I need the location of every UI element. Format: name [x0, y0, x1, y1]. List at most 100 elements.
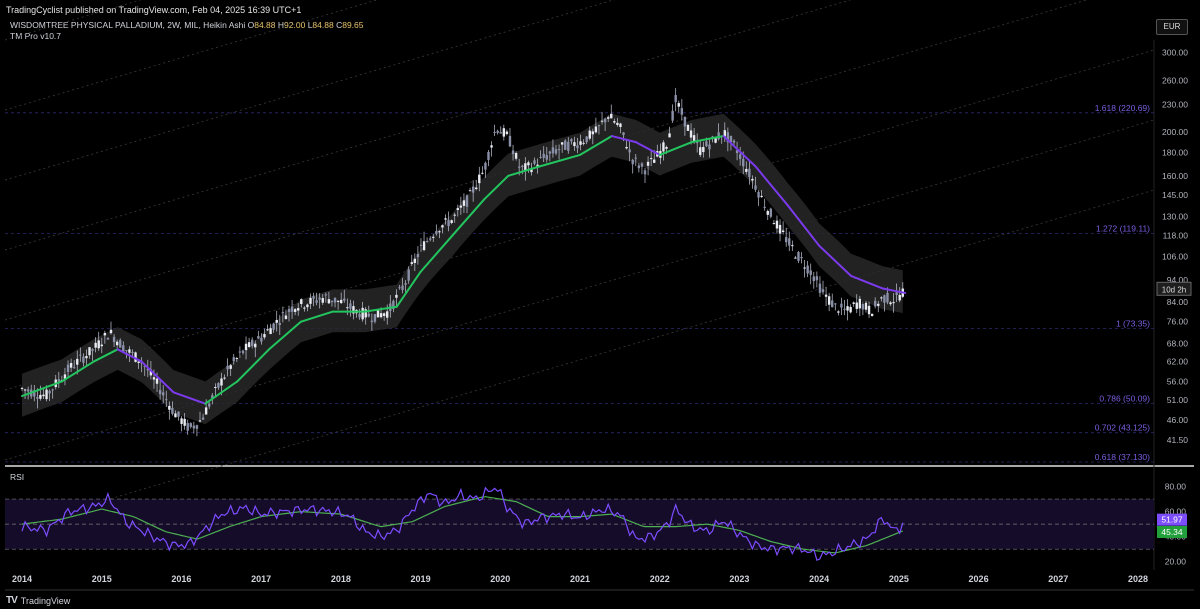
candle-body [297, 308, 300, 311]
candle-body [260, 337, 263, 342]
candle-body [444, 218, 447, 220]
candle-body [557, 149, 561, 151]
candle-body [241, 350, 245, 354]
candle-body [195, 425, 199, 429]
candle-body [382, 313, 386, 316]
candle-body [51, 389, 54, 391]
candle-body [112, 336, 116, 343]
candle-body [115, 341, 119, 346]
candle-body [131, 351, 134, 353]
candle-body [812, 276, 816, 282]
parallel-channels [4, 0, 1155, 531]
candle-body [321, 298, 324, 303]
candle-body [708, 144, 711, 150]
candle-body [803, 267, 806, 269]
candle-body [189, 423, 192, 427]
candle-body [204, 407, 208, 415]
candle-body [36, 397, 39, 399]
price-tick: 160.00 [1162, 171, 1188, 181]
price-tick: 62.00 [1167, 357, 1189, 367]
candle-body [416, 253, 420, 258]
candle-body [606, 117, 610, 119]
candle-body [674, 95, 677, 103]
candle-body [705, 141, 708, 147]
candle-body [784, 237, 788, 243]
candle-body [806, 265, 809, 274]
candle-body [484, 162, 487, 170]
price-tick: 106.00 [1162, 251, 1188, 261]
price-tick: 41.50 [1167, 435, 1189, 445]
candle-body [588, 130, 591, 139]
candle-body [738, 154, 742, 159]
candle-body [849, 306, 852, 313]
candle-body [109, 329, 113, 334]
candle-body [748, 168, 751, 178]
candle-body [410, 262, 413, 264]
candle-body [864, 302, 868, 310]
footer-brand[interactable]: TV TradingView [6, 595, 70, 606]
price-tick: 68.00 [1167, 338, 1189, 348]
candle-body [634, 157, 637, 159]
candle-body [490, 145, 493, 148]
candle-body [152, 377, 156, 380]
candle-body [343, 298, 346, 301]
candle-body [254, 343, 257, 348]
candle-body [183, 418, 186, 426]
year-tick: 2014 [12, 574, 32, 584]
candle-body [834, 303, 837, 305]
candle-body [450, 220, 453, 223]
price-tick: 145.00 [1162, 190, 1188, 200]
candle-body [315, 300, 318, 303]
candle-body [447, 220, 450, 226]
rsi-value-label: 51.97 [1161, 515, 1183, 525]
year-tick: 2017 [251, 574, 271, 584]
candle-body [680, 108, 684, 115]
candle-body [640, 163, 644, 167]
candle-body [125, 350, 128, 352]
candle-body [39, 394, 42, 399]
chart-canvas[interactable]: 1.618 (220.69) 1.272 (119.11) 1 (73.35) 0.7… [0, 0, 1200, 609]
price-tick: 200.00 [1162, 127, 1188, 137]
candle-body [616, 122, 619, 125]
candle-body [419, 244, 423, 246]
candle-body [386, 311, 389, 318]
candle-body [858, 298, 862, 309]
candle-body [198, 420, 202, 422]
candle-body [42, 394, 45, 397]
price-tick: 56.00 [1167, 376, 1189, 386]
candle-body [843, 308, 846, 310]
candle-body [346, 307, 349, 309]
year-tick: 2016 [171, 574, 191, 584]
candle-body [818, 283, 822, 293]
candle-body [692, 135, 696, 142]
channel-line [4, 189, 1155, 531]
candle-body [496, 130, 499, 133]
candle-body [769, 208, 773, 217]
candle-body [97, 340, 100, 349]
year-tick: 2027 [1048, 574, 1068, 584]
candle-body [861, 304, 865, 310]
candle-body [533, 160, 536, 164]
candle-body [361, 307, 364, 320]
candle-body [57, 379, 61, 382]
candle-body [760, 195, 763, 198]
candle-body [689, 130, 693, 138]
candle-body [493, 132, 496, 134]
candle-body [435, 231, 438, 234]
candle-body [119, 339, 122, 348]
candle-body [373, 314, 377, 322]
year-tick: 2020 [490, 574, 510, 584]
candle-body [238, 351, 242, 353]
candle-body [358, 313, 361, 318]
candle-body [438, 231, 441, 233]
price-tick: 84.00 [1167, 297, 1189, 307]
rsi-tick: 80.00 [1165, 482, 1187, 492]
candle-body [613, 121, 616, 123]
candle-body [72, 367, 76, 369]
candle-body [815, 276, 819, 281]
candle-body [235, 358, 239, 360]
candle-body [244, 343, 248, 351]
candle-body [300, 299, 303, 304]
candle-body [379, 313, 383, 318]
candle-body [370, 320, 374, 323]
